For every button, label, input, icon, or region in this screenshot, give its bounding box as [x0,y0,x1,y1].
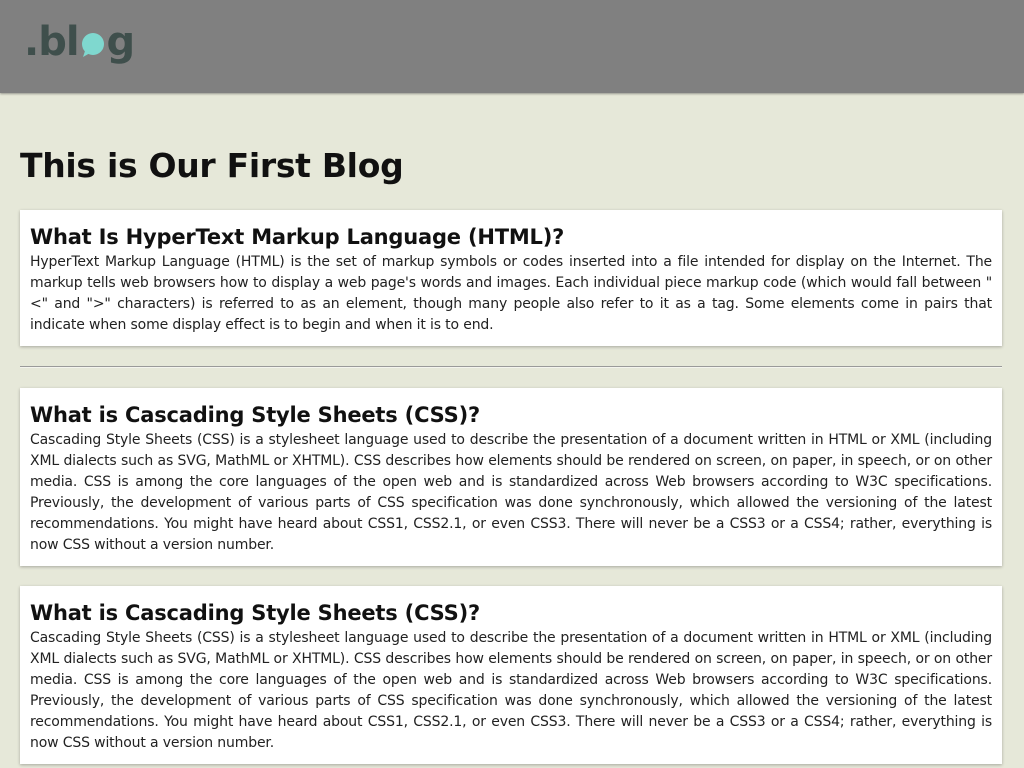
post-body: HyperText Markup Language (HTML) is the … [30,254,992,333]
post-title: What is Cascading Style Sheets (CSS)? [30,601,480,625]
logo-text-prefix: .bl [24,19,80,65]
divider [20,366,1002,368]
post-title: What Is HyperText Markup Language (HTML)… [30,225,565,249]
speech-bubble-o-icon [80,32,106,58]
blog-logo[interactable]: .bl g [24,14,136,70]
page-title: This is Our First Blog [20,146,404,185]
top-bar: .bl g [0,0,1024,93]
blog-post-css-2: What is Cascading Style Sheets (CSS)? Ca… [20,586,1002,764]
blog-post-css: What is Cascading Style Sheets (CSS)? Ca… [20,388,1002,566]
post-title: What is Cascading Style Sheets (CSS)? [30,403,480,427]
logo-text-suffix: g [106,19,136,65]
blog-post-html: What Is HyperText Markup Language (HTML)… [20,210,1002,346]
post-body: Cascading Style Sheets (CSS) is a styles… [30,630,992,751]
post-body: Cascading Style Sheets (CSS) is a styles… [30,432,992,553]
